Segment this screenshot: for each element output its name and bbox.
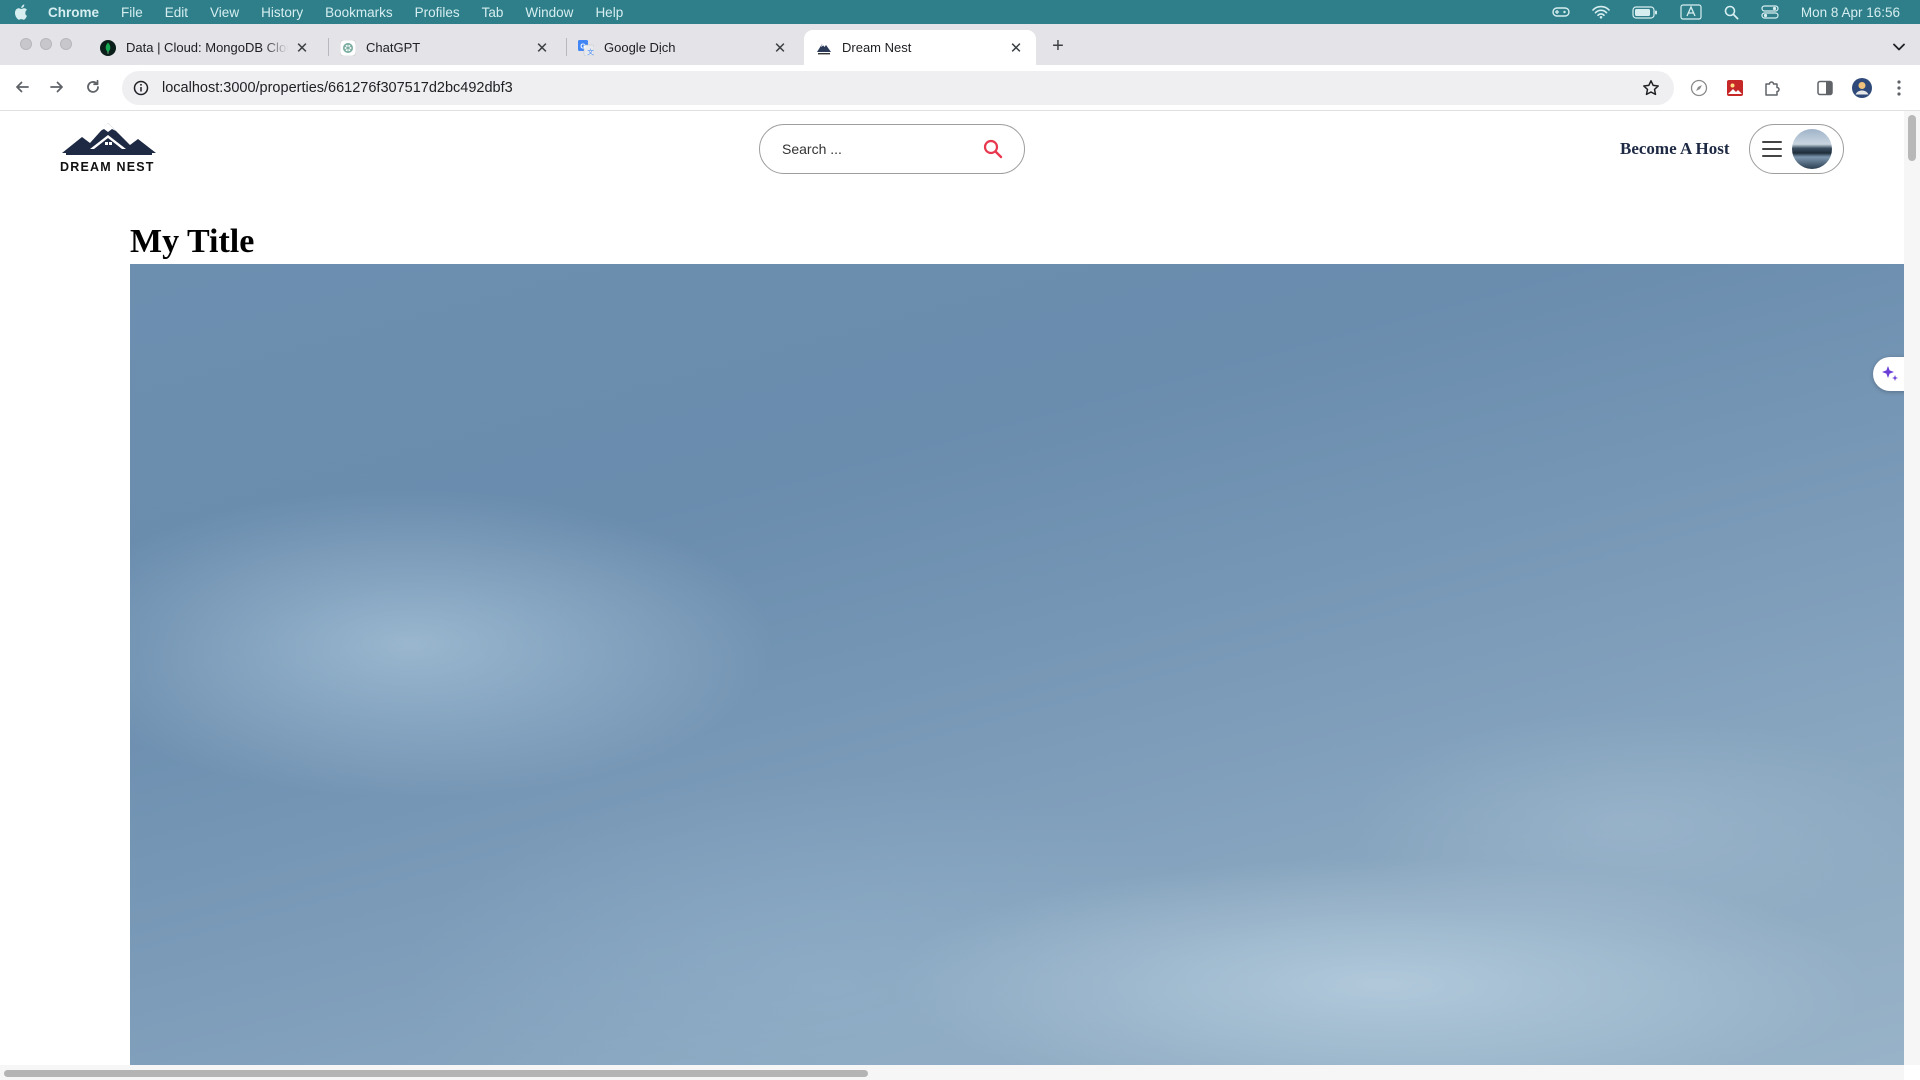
reload-button[interactable] [83,77,103,97]
close-tab-icon[interactable]: ✕ [534,40,550,57]
browser-toolbar: localhost:3000/properties/661276f307517d… [0,65,1920,111]
apple-logo-icon[interactable] [14,4,28,20]
input-source-icon[interactable] [1680,4,1702,20]
forward-button[interactable] [47,77,67,97]
mongodb-leaf-icon [100,39,116,56]
battery-icon[interactable] [1632,5,1658,19]
chatgpt-icon [340,39,356,56]
new-tab-button[interactable]: + [1048,36,1068,56]
side-panel-icon[interactable] [1814,77,1836,99]
tab-label: Data | Cloud: MongoDB Cloud [126,40,288,55]
search-bar[interactable] [759,124,1025,174]
tab-chatgpt[interactable]: ChatGPT ✕ [328,30,562,65]
macos-menu-bar: Chrome File Edit View History Bookmarks … [0,0,1920,24]
chrome-menu-kebab-icon[interactable] [1888,77,1910,99]
bookmark-star-icon[interactable] [1642,79,1660,97]
menu-app-name[interactable]: Chrome [48,5,99,20]
menu-tab[interactable]: Tab [482,5,504,20]
extensions-puzzle-icon[interactable] [1761,77,1783,99]
close-tab-icon[interactable]: ✕ [294,40,310,57]
tab-label: ChatGPT [366,40,421,55]
close-tab-icon[interactable]: ✕ [772,40,788,57]
menu-view[interactable]: View [210,5,239,20]
back-button[interactable] [12,77,32,97]
control-center-icon[interactable] [1761,5,1779,19]
reload-icon [87,79,99,93]
web-page: DREAM NEST Become A Host My Title [0,111,1904,1065]
menu-help[interactable]: Help [595,5,623,20]
menu-window[interactable]: Window [525,5,573,20]
hamburger-menu-icon [1762,141,1782,157]
image-extension-icon[interactable] [1724,77,1746,99]
menu-clock[interactable]: Mon 8 Apr 16:56 [1801,5,1900,20]
back-arrow-icon [16,81,29,93]
sparkle-icon [1882,366,1898,381]
tab-search-button[interactable] [1888,36,1910,58]
menu-bookmarks[interactable]: Bookmarks [325,5,393,20]
menu-history[interactable]: History [261,5,303,20]
site-info-icon[interactable] [132,79,150,97]
spotlight-search-icon[interactable] [1724,5,1739,20]
google-translate-icon: G文 [578,39,594,56]
logo-text[interactable]: DREAM NEST [60,160,160,174]
menu-file[interactable]: File [121,5,143,20]
search-icon[interactable] [982,138,1004,160]
user-avatar [1792,129,1832,169]
zoom-window-button[interactable] [60,38,72,50]
horizontal-scroll-thumb[interactable] [4,1070,868,1077]
listing-title: My Title [130,223,255,260]
wifi-icon[interactable] [1592,5,1610,19]
tab-mongodb[interactable]: Data | Cloud: MongoDB Cloud ✕ [88,30,322,65]
compass-extension-icon[interactable] [1688,77,1710,99]
vertical-scrollbar[interactable] [1904,111,1920,1065]
menu-profiles[interactable]: Profiles [415,5,460,20]
forward-arrow-icon [50,81,63,93]
ai-assistant-sparkle-button[interactable] [1873,357,1907,391]
window-controls [20,38,72,50]
svg-text:G: G [580,43,586,50]
listing-photo[interactable] [130,264,1904,1065]
browser-tab-strip: Data | Cloud: MongoDB Cloud ✕ ChatGPT ✕ … [0,24,1920,65]
search-input[interactable] [780,140,982,158]
tab-google-translate[interactable]: G文 Google Dịch ✕ [566,30,800,65]
url-text[interactable]: localhost:3000/properties/661276f307517d… [162,80,513,96]
vertical-scroll-thumb[interactable] [1908,115,1916,161]
chevron-down-icon [1893,43,1905,51]
tab-label: Dream Nest [842,40,912,55]
become-host-link[interactable]: Become A Host [1620,139,1730,159]
address-bar[interactable]: localhost:3000/properties/661276f307517d… [122,71,1674,105]
dream-nest-favicon [816,40,832,56]
menu-edit[interactable]: Edit [165,5,188,20]
account-menu-button[interactable] [1749,124,1844,174]
horizontal-scrollbar[interactable] [0,1065,1904,1080]
close-tab-icon[interactable]: ✕ [1008,40,1024,57]
tab-label: Google Dịch [604,40,676,55]
tab-dream-nest[interactable]: Dream Nest ✕ [804,30,1036,65]
game-controller-icon[interactable] [1552,6,1570,18]
svg-text:文: 文 [587,47,594,56]
close-window-button[interactable] [20,38,32,50]
minimize-window-button[interactable] [40,38,52,50]
profile-avatar-icon[interactable] [1851,77,1873,99]
